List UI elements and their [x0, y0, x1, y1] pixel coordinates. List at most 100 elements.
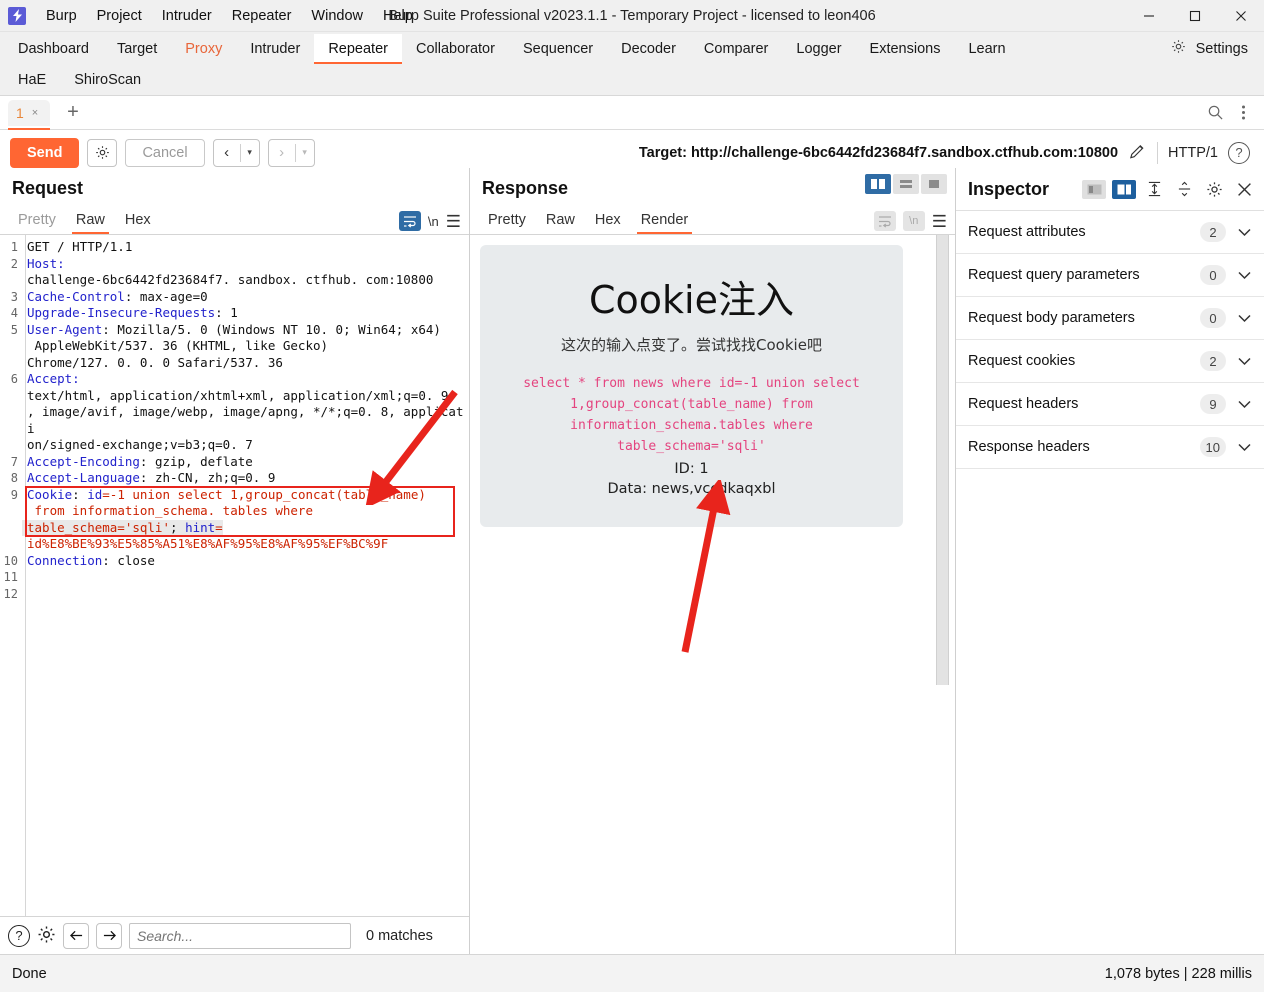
inspector-section-row[interactable]: Request body parameters 0 — [956, 297, 1264, 340]
request-line[interactable]: 2 Host: — [0, 256, 469, 273]
menu-item-project[interactable]: Project — [87, 4, 152, 28]
layout-split-horizontal-button[interactable] — [893, 174, 919, 194]
new-repeater-tab-button[interactable]: + — [58, 100, 88, 126]
question-icon[interactable]: ? — [1228, 141, 1250, 164]
cancel-button[interactable]: Cancel — [125, 138, 205, 167]
request-line[interactable]: 9 Cookie: id=-1 union select 1,group_conc… — [0, 487, 469, 504]
tab-collaborator[interactable]: Collaborator — [402, 34, 509, 64]
chevron-down-icon[interactable] — [1236, 268, 1252, 283]
history-back-icon[interactable]: ‹ — [214, 144, 240, 161]
tab-hae[interactable]: HaE — [4, 65, 60, 95]
chevron-down-icon[interactable] — [1236, 311, 1252, 326]
tab-logger[interactable]: Logger — [782, 34, 855, 64]
collapse-all-icon[interactable] — [1172, 178, 1196, 200]
request-line[interactable]: AppleWebKit/537. 36 (KHTML, like Gecko) — [0, 338, 469, 355]
menu-item-window[interactable]: Window — [301, 4, 373, 28]
request-line[interactable]: 11 — [0, 569, 469, 586]
tab-shiroscan[interactable]: ShiroScan — [60, 65, 155, 95]
hamburger-icon[interactable]: ☰ — [446, 213, 461, 230]
request-tab-raw[interactable]: Raw — [66, 208, 115, 234]
tab-target[interactable]: Target — [103, 34, 171, 64]
layout-single-pane-button[interactable] — [921, 174, 947, 194]
request-line[interactable]: 4 Upgrade-Insecure-Requests: 1 — [0, 305, 469, 322]
send-button[interactable]: Send — [10, 137, 80, 168]
request-line[interactable]: 12 — [0, 586, 469, 603]
request-line[interactable]: 8 Accept-Language: zh-CN, zh;q=0. 9 — [0, 470, 469, 487]
tab-sequencer[interactable]: Sequencer — [509, 34, 607, 64]
inspector-section-row[interactable]: Request query parameters 0 — [956, 254, 1264, 297]
tab-comparer[interactable]: Comparer — [690, 34, 782, 64]
minimize-button[interactable] — [1126, 0, 1172, 32]
request-settings-gear-icon[interactable] — [87, 138, 118, 167]
tab-intruder[interactable]: Intruder — [236, 34, 314, 64]
history-forward-icon[interactable]: › — [269, 144, 295, 161]
request-line[interactable]: on/signed-exchange;v=b3;q=0. 7 — [0, 437, 469, 454]
request-tab-hex[interactable]: Hex — [115, 208, 161, 234]
request-line[interactable]: Chrome/127. 0. 0. 0 Safari/537. 36 — [0, 355, 469, 372]
menu-item-intruder[interactable]: Intruder — [152, 4, 222, 28]
search-input[interactable] — [129, 922, 351, 949]
expand-all-icon[interactable] — [1142, 178, 1166, 200]
search-next-button[interactable] — [96, 922, 122, 949]
request-line[interactable]: 3 Cache-Control: max-age=0 — [0, 289, 469, 306]
pencil-icon[interactable] — [1128, 142, 1147, 164]
menu-item-repeater[interactable]: Repeater — [222, 4, 302, 28]
tab-learn[interactable]: Learn — [954, 34, 1019, 64]
gear-icon[interactable] — [1202, 178, 1226, 200]
question-icon[interactable]: ? — [8, 924, 30, 947]
response-tab-render[interactable]: Render — [631, 208, 699, 234]
search-prev-button[interactable] — [63, 922, 89, 949]
gear-icon[interactable] — [37, 925, 56, 947]
tab-settings[interactable]: Settings — [1161, 32, 1260, 65]
http-version-label[interactable]: HTTP/1 — [1168, 145, 1218, 161]
request-editor[interactable]: 1 GET / HTTP/1.1 2 Host: challenge-6bc6442fd… — [0, 235, 469, 916]
request-line[interactable]: 6 Accept: — [0, 371, 469, 388]
request-line[interactable]: table_schema='sqli'; hint= — [0, 519, 469, 536]
close-icon[interactable] — [1232, 178, 1256, 200]
inspector-section-row[interactable]: Request cookies 2 — [956, 340, 1264, 383]
menu-item-help[interactable]: Help — [373, 4, 423, 28]
chevron-down-icon[interactable] — [1236, 225, 1252, 240]
word-wrap-icon[interactable] — [398, 211, 421, 231]
newline-icon[interactable]: \n — [428, 214, 439, 229]
response-tab-hex[interactable]: Hex — [585, 208, 631, 234]
tab-dashboard[interactable]: Dashboard — [4, 34, 103, 64]
vertical-dots-icon[interactable] — [1230, 100, 1256, 126]
word-wrap-icon[interactable] — [873, 211, 896, 231]
request-line[interactable]: 5 User-Agent: Mozilla/5. 0 (Windows NT 10… — [0, 322, 469, 339]
request-line[interactable]: id%E8%BE%93%E5%85%A51%E8%AF%95%E8%AF%95%… — [0, 536, 469, 553]
request-line[interactable]: challenge-6bc6442fd23684f7. sandbox. ctf… — [0, 272, 469, 289]
tab-extensions[interactable]: Extensions — [856, 34, 955, 64]
history-forward-group[interactable]: › ▾ — [267, 138, 315, 167]
inspector-section-row[interactable]: Response headers 10 — [956, 426, 1264, 469]
request-tab-pretty[interactable]: Pretty — [8, 208, 66, 234]
request-line[interactable]: , image/avif, image/webp, image/apng, */… — [0, 404, 469, 437]
history-back-caret-icon[interactable]: ▾ — [241, 147, 259, 158]
chevron-down-icon[interactable] — [1236, 397, 1252, 412]
request-line[interactable]: 1 GET / HTTP/1.1 — [0, 239, 469, 256]
response-scrollbar[interactable] — [936, 235, 949, 685]
search-icon[interactable] — [1202, 100, 1228, 126]
inspector-dock-left-button[interactable] — [1082, 179, 1106, 199]
tab-proxy[interactable]: Proxy — [171, 34, 236, 64]
newline-icon[interactable]: \n — [902, 211, 925, 231]
history-back-group[interactable]: ‹ ▾ — [212, 138, 260, 167]
chevron-down-icon[interactable] — [1236, 354, 1252, 369]
hamburger-icon[interactable]: ☰ — [932, 213, 947, 230]
layout-split-vertical-button[interactable] — [865, 174, 891, 194]
request-line[interactable]: text/html, application/xhtml+xml, applic… — [0, 388, 469, 405]
inspector-section-row[interactable]: Request attributes 2 — [956, 211, 1264, 254]
response-tab-pretty[interactable]: Pretty — [478, 208, 536, 234]
menu-item-burp[interactable]: Burp — [36, 4, 87, 28]
request-line[interactable]: 10 Connection: close — [0, 553, 469, 570]
request-line[interactable]: 7 Accept-Encoding: gzip, deflate — [0, 454, 469, 471]
response-tab-raw[interactable]: Raw — [536, 208, 585, 234]
maximize-button[interactable] — [1172, 0, 1218, 32]
repeater-tab-close-icon[interactable]: × — [32, 107, 38, 119]
tab-decoder[interactable]: Decoder — [607, 34, 690, 64]
chevron-down-icon[interactable] — [1236, 440, 1252, 455]
repeater-tab-1[interactable]: 1 × — [8, 99, 50, 130]
history-forward-caret-icon[interactable]: ▾ — [296, 147, 314, 158]
close-button[interactable] — [1218, 0, 1264, 32]
inspector-section-row[interactable]: Request headers 9 — [956, 383, 1264, 426]
